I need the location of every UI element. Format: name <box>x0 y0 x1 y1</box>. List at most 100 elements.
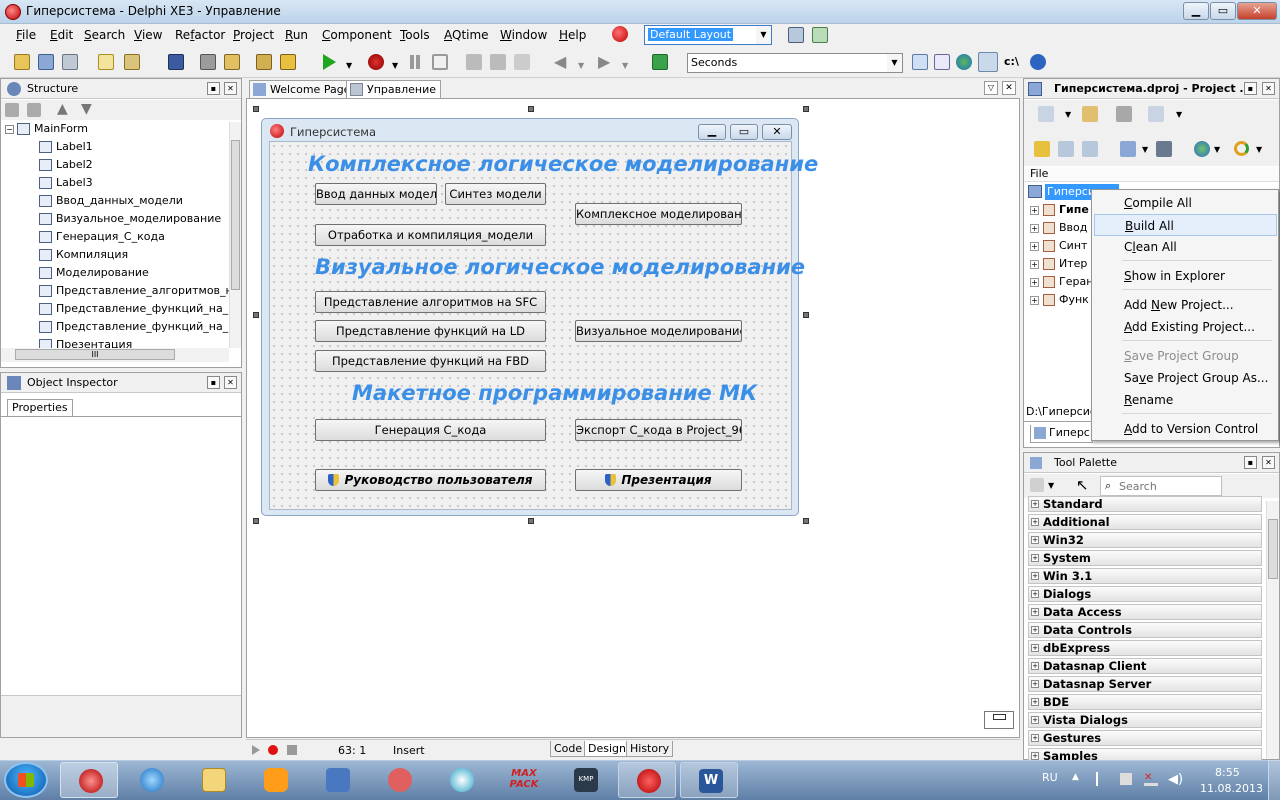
fbd-button[interactable]: Представление функций на FBD <box>315 350 546 372</box>
tray-expand-icon[interactable]: ▲ <box>1072 772 1079 782</box>
ctx-item-save-project-group-as[interactable]: Save Project Group As... <box>1094 367 1277 389</box>
close-tab-icon[interactable]: ✕ <box>1002 81 1016 95</box>
close-icon[interactable]: ✕ <box>224 376 237 389</box>
record-macro-icon[interactable] <box>268 745 278 755</box>
project-node[interactable]: + Синт <box>1030 239 1087 255</box>
handle-ml[interactable] <box>253 312 259 318</box>
menu-search[interactable]: Search <box>84 28 125 42</box>
table-icon[interactable] <box>912 54 928 70</box>
expand-icon[interactable]: + <box>1031 572 1039 580</box>
maximize-button[interactable]: ▭ <box>1210 2 1236 20</box>
help-icon[interactable] <box>1030 54 1046 70</box>
expand-icon[interactable]: + <box>1030 260 1039 269</box>
ld-button[interactable]: Представление функций на LD <box>315 320 546 342</box>
generate-c-button[interactable]: Генерация С_кода <box>315 419 546 441</box>
scroll-thumb[interactable] <box>231 140 240 290</box>
open-project-icon[interactable] <box>38 54 54 70</box>
taskbar-app7[interactable] <box>432 762 490 798</box>
new-items-icon[interactable] <box>14 54 30 70</box>
run-without-debug-icon[interactable] <box>368 54 384 70</box>
palette-category[interactable]: + System <box>1028 550 1262 566</box>
view-unit-icon[interactable] <box>200 54 216 70</box>
add-project-icon[interactable] <box>1082 106 1098 122</box>
refresh-icon[interactable] <box>1234 141 1249 156</box>
tab-welcome-page[interactable]: Welcome Page <box>249 80 356 99</box>
expand-icon[interactable]: + <box>1031 554 1039 562</box>
tab-properties[interactable]: Properties <box>7 399 73 416</box>
handle-tm[interactable] <box>528 106 534 112</box>
user-guide-button[interactable]: Руководство пользователя <box>315 469 546 491</box>
save-desktop-icon[interactable] <box>788 27 804 43</box>
taskbar-kmp[interactable]: KMP <box>556 762 614 798</box>
collapse-icon[interactable]: − <box>5 125 14 134</box>
open-file-icon[interactable] <box>124 54 140 70</box>
ctx-item-rename[interactable]: Rename <box>1094 389 1277 411</box>
debug-compile-button[interactable]: Отработка и компиляция_модели <box>315 224 546 246</box>
expand-icon[interactable]: + <box>1031 698 1039 706</box>
collapse-icon[interactable] <box>5 103 19 117</box>
trace-into-icon[interactable] <box>466 54 482 70</box>
menu-component[interactable]: Component <box>322 28 392 42</box>
expand-icon[interactable]: + <box>1030 242 1039 251</box>
expand-icon[interactable] <box>27 103 41 117</box>
structure-vscroll[interactable] <box>229 122 241 348</box>
start-button[interactable] <box>4 762 48 798</box>
close-icon[interactable]: ✕ <box>1262 456 1275 469</box>
menu-help[interactable]: Help <box>559 28 586 42</box>
expand-icon[interactable]: + <box>1031 536 1039 544</box>
network-icon[interactable]: ✕ <box>1144 772 1158 786</box>
palette-category[interactable]: + Additional <box>1028 514 1262 530</box>
expand-icon[interactable]: + <box>1030 296 1039 305</box>
run-dropdown-icon[interactable]: ▼ <box>346 61 352 70</box>
tree-item[interactable]: Презентация <box>39 338 132 348</box>
show-desktop-button[interactable] <box>1268 760 1280 800</box>
sfc-button[interactable]: Представление алгоритмов на SFC <box>315 291 546 313</box>
taskbar-app5[interactable] <box>308 762 366 798</box>
minimize-button[interactable]: ▁ <box>1183 2 1209 20</box>
move-up-icon[interactable]: ▲ <box>57 101 68 117</box>
clock-time[interactable]: 8:55 <box>1215 766 1240 779</box>
expand-icon[interactable]: + <box>1031 518 1039 526</box>
layout-combo[interactable]: Default Layout ▼ <box>644 25 772 45</box>
handle-tr[interactable] <box>803 106 809 112</box>
tree-item[interactable]: Ввод_данных_модели <box>39 194 183 212</box>
ctx-item-add-new-project[interactable]: Add New Project... <box>1094 294 1277 316</box>
tab-project-manager[interactable]: Гиперс <box>1030 425 1093 443</box>
palette-vscroll[interactable] <box>1266 501 1279 759</box>
pin-icon[interactable]: ▪ <box>1244 456 1257 469</box>
palette-category[interactable]: + Win 3.1 <box>1028 568 1262 584</box>
expand-icon[interactable]: + <box>1031 590 1039 598</box>
hscroll-thumb[interactable]: III <box>15 349 175 360</box>
dropdown-icon[interactable]: ▼ <box>1065 110 1071 119</box>
remove-icon[interactable] <box>1116 106 1132 122</box>
menu-project[interactable]: Project <box>233 28 274 42</box>
expand-icon[interactable]: + <box>1030 224 1039 233</box>
close-icon[interactable]: ✕ <box>1262 82 1275 95</box>
add-to-project-icon[interactable] <box>280 54 296 70</box>
dropdown-icon[interactable]: ▼ <box>1214 145 1220 154</box>
pause-icon[interactable] <box>410 55 414 69</box>
handle-bm[interactable] <box>528 518 534 524</box>
palette-search-input[interactable] <box>1119 479 1219 493</box>
tree-item[interactable]: Компиляция <box>39 248 128 266</box>
taskbar-explorer[interactable] <box>184 762 242 798</box>
palette-category[interactable]: + Dialogs <box>1028 586 1262 602</box>
tree-item[interactable]: Представление_функций_на_LD <box>39 320 229 338</box>
tab-upravlenie[interactable]: Управление <box>346 80 442 99</box>
view-icon[interactable] <box>1148 106 1164 122</box>
palette-search-box[interactable]: ⌕ <box>1100 476 1222 496</box>
handle-tl[interactable] <box>253 106 259 112</box>
flag-icon[interactable] <box>1096 772 1108 786</box>
palette-category[interactable]: + BDE <box>1028 694 1262 710</box>
palette-category[interactable]: + Win32 <box>1028 532 1262 548</box>
code-check-icon[interactable] <box>978 52 998 72</box>
structure-tree[interactable]: − MainForm Label1 Label2 Label3 Ввод_данных_м… <box>1 122 229 348</box>
menu-aqtime[interactable]: AQtime <box>444 28 489 42</box>
tree-item[interactable]: Label2 <box>39 158 93 176</box>
tree-item[interactable]: Визуальное_моделирование <box>39 212 221 230</box>
dropdown-icon[interactable]: ▼ <box>1048 481 1054 490</box>
tree-item[interactable]: Моделирование <box>39 266 149 284</box>
project-node[interactable]: + Итер <box>1030 257 1087 273</box>
ctx-item-compile-all[interactable]: Compile All <box>1094 192 1277 214</box>
structure-hscroll[interactable]: III <box>1 348 229 362</box>
